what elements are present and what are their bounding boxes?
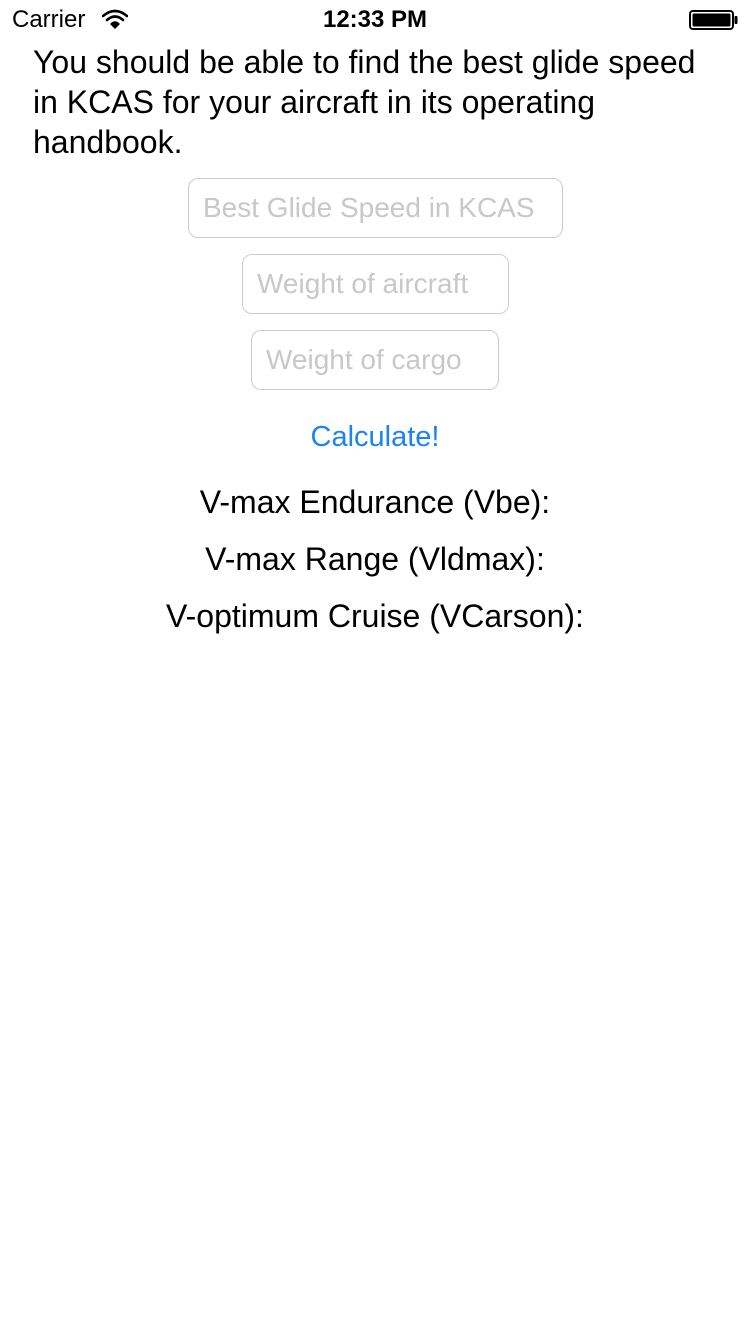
vcarson-result-label: V-optimum Cruise (VCarson): xyxy=(166,598,584,634)
vldmax-result-label: V-max Range (Vldmax): xyxy=(205,541,545,577)
battery-icon xyxy=(689,10,738,30)
best-glide-speed-input[interactable] xyxy=(188,178,563,238)
instructions-text: You should be able to find the best glid… xyxy=(33,44,696,160)
calculate-button[interactable]: Calculate! xyxy=(0,416,750,458)
cargo-weight-input[interactable] xyxy=(251,330,499,390)
status-time: 12:33 PM xyxy=(322,6,428,33)
aircraft-weight-input[interactable] xyxy=(242,254,509,314)
vbe-result-label: V-max Endurance (Vbe): xyxy=(199,484,551,520)
status-bar: Carrier 12:33 PM xyxy=(0,0,750,40)
